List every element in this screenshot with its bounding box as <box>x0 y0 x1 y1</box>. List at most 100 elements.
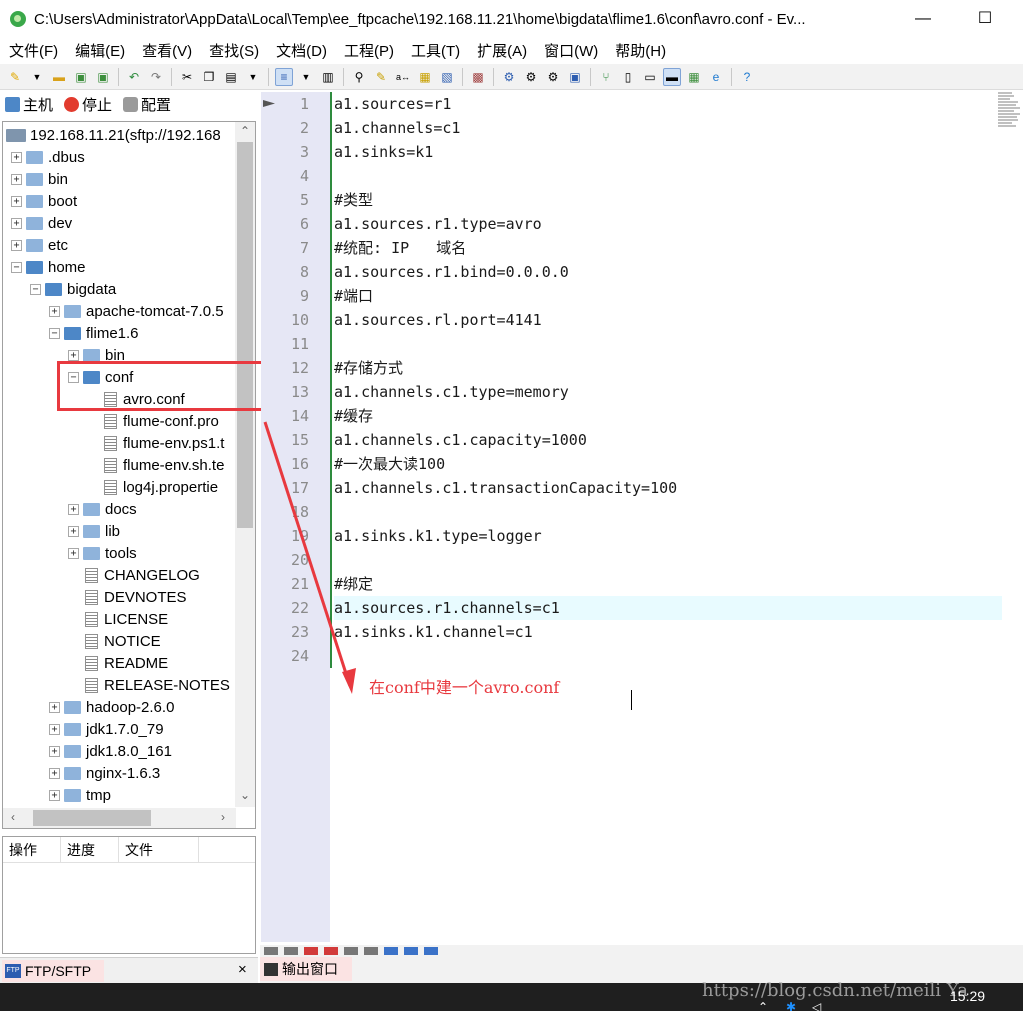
expand-icon[interactable]: + <box>11 195 22 207</box>
code-line[interactable]: a1.sources.rl.port=4141 <box>334 308 1002 332</box>
tray-chevron-icon[interactable]: ⌃ <box>758 1000 768 1011</box>
code-line[interactable]: #统配: IP 域名 <box>334 236 1002 260</box>
output-window-icon[interactable]: ▬ <box>663 67 681 86</box>
expand-icon[interactable]: + <box>49 305 60 317</box>
taskbar-clock[interactable]: 15:29 <box>950 988 985 1004</box>
tree-item-flume-env-ps1[interactable]: flume-env.ps1.t <box>104 432 224 454</box>
menu-search[interactable]: 查找(S) <box>200 40 267 64</box>
collapse-icon[interactable]: − <box>11 261 22 273</box>
column-mode-icon[interactable]: ▩ <box>469 68 487 86</box>
cut-icon[interactable]: ✂ <box>178 68 196 86</box>
host-button[interactable]: 主机 <box>5 94 53 115</box>
maximize-button[interactable]: ☐ <box>974 8 996 30</box>
config-button[interactable]: 配置 <box>123 94 171 115</box>
code-line[interactable]: a1.sinks.k1.channel=c1 <box>334 620 1002 644</box>
tree-item-nginx[interactable]: + nginx-1.6.3 <box>49 762 160 784</box>
code-line[interactable]: #缓存 <box>334 404 1002 428</box>
tree-item-bin[interactable]: + bin <box>11 168 68 190</box>
undo-icon[interactable]: ↶ <box>125 68 143 86</box>
expand-icon[interactable]: + <box>68 503 79 515</box>
expand-icon[interactable]: + <box>49 723 60 735</box>
find-icon[interactable]: ⚲ <box>350 68 368 86</box>
minimap[interactable] <box>998 92 1022 140</box>
tray-bluetooth-icon[interactable]: ✱ <box>786 1000 796 1011</box>
scroll-up-icon[interactable]: ⌃ <box>235 124 255 138</box>
close-panel-icon[interactable]: × <box>238 961 247 978</box>
new-dropdown-icon[interactable]: ▼ <box>28 68 46 86</box>
tree-item-log4j[interactable]: log4j.propertie <box>104 476 218 498</box>
compile-icon[interactable]: ⚙ <box>500 68 518 86</box>
column-operation[interactable]: 操作 <box>3 837 61 862</box>
code-line[interactable]: #一次最大读100 <box>334 452 1002 476</box>
tree-item-jdk17[interactable]: + jdk1.7.0_79 <box>49 718 164 740</box>
debug-icon[interactable]: ⚙ <box>544 68 562 86</box>
expand-icon[interactable]: + <box>49 745 60 757</box>
find-edit-icon[interactable]: ✎ <box>372 68 390 86</box>
wrap-dropdown-icon[interactable]: ▼ <box>297 68 315 86</box>
tree-item-flume-env-sh[interactable]: flume-env.sh.te <box>104 454 224 476</box>
tree-item-devnotes[interactable]: DEVNOTES <box>85 586 187 608</box>
browser-icon[interactable]: e <box>707 68 725 86</box>
code-line[interactable]: a1.channels.c1.transactionCapacity=100 <box>334 476 1002 500</box>
tree-item-dbus[interactable]: + .dbus <box>11 146 85 168</box>
tree-scroll-thumb[interactable] <box>237 142 253 528</box>
tab-ftp-sftp[interactable]: FTP FTP/SFTP <box>2 960 104 982</box>
expand-icon[interactable]: + <box>49 767 60 779</box>
expand-icon[interactable]: + <box>49 789 60 801</box>
output-pin-icon[interactable] <box>424 947 438 955</box>
expand-icon[interactable]: + <box>68 547 79 559</box>
menu-file[interactable]: 文件(F) <box>0 40 66 64</box>
stop-button[interactable]: 停止 <box>64 94 112 115</box>
column-progress[interactable]: 进度 <box>61 837 119 862</box>
tree-item-bigdata[interactable]: − bigdata <box>30 278 116 300</box>
output-panel-icon[interactable] <box>404 947 418 955</box>
code-line[interactable]: #绑定 <box>334 572 1002 596</box>
expand-icon[interactable]: + <box>68 525 79 537</box>
expand-icon[interactable]: + <box>11 239 22 251</box>
tree-item-lib[interactable]: + lib <box>68 520 120 542</box>
paste-dropdown-icon[interactable]: ▼ <box>244 68 262 86</box>
menu-help[interactable]: 帮助(H) <box>606 40 674 64</box>
copy-icon[interactable]: ❐ <box>200 68 218 86</box>
column-file[interactable]: 文件 <box>119 837 199 862</box>
code-line[interactable] <box>334 164 1002 188</box>
menu-edit[interactable]: 编辑(E) <box>66 40 133 64</box>
output-tool-icon[interactable] <box>364 947 378 955</box>
tray-volume-icon[interactable]: ◁ <box>812 1000 821 1011</box>
tree-item-docs[interactable]: + docs <box>68 498 137 520</box>
code-editor[interactable]: 1 2 3 4 5 6 7 8 9 10 11 12 13 14 15 16 17 18 19 20 21 22 23 24 a… <box>261 92 1023 942</box>
menu-project[interactable]: 工程(P) <box>335 40 402 64</box>
tree-horizontal-scrollbar[interactable]: ‹ › <box>3 808 236 828</box>
minimize-button[interactable]: — <box>912 8 934 30</box>
tree-item-changelog[interactable]: CHANGELOG <box>85 564 200 586</box>
tree-view-icon[interactable]: ⑂ <box>597 68 615 86</box>
code-line-current[interactable]: a1.sources.r1.channels=c1 <box>334 596 1002 620</box>
code-line[interactable]: a1.sinks=k1 <box>334 140 1002 164</box>
code-line[interactable]: #类型 <box>334 188 1002 212</box>
replace-icon[interactable]: a↔ <box>394 68 412 86</box>
code-line[interactable] <box>334 332 1002 356</box>
menu-extensions[interactable]: 扩展(A) <box>468 40 535 64</box>
menu-view[interactable]: 查看(V) <box>133 40 200 64</box>
output-tool-icon[interactable] <box>284 947 298 955</box>
scroll-down-icon[interactable]: ⌄ <box>235 788 255 802</box>
output-clear-icon[interactable] <box>324 947 338 955</box>
find-in-files-icon[interactable]: ▦ <box>416 68 434 86</box>
help-icon[interactable]: ? <box>738 68 756 86</box>
tree-item-boot[interactable]: + boot <box>11 190 77 212</box>
scroll-left-icon[interactable]: ‹ <box>3 810 23 824</box>
tab-output-window[interactable]: 输出窗口 <box>260 957 352 981</box>
tree-item-etc[interactable]: + etc <box>11 234 68 256</box>
tree-item-license[interactable]: LICENSE <box>85 608 168 630</box>
code-line[interactable]: a1.channels=c1 <box>334 116 1002 140</box>
run-icon[interactable]: ⚙ <box>522 68 540 86</box>
expand-icon[interactable]: + <box>11 151 22 163</box>
collapse-icon[interactable]: − <box>49 327 60 339</box>
expand-icon[interactable]: + <box>11 217 22 229</box>
redo-icon[interactable]: ↷ <box>147 68 165 86</box>
save-all-icon[interactable]: ▣ <box>94 68 112 86</box>
menu-tools[interactable]: 工具(T) <box>402 40 468 64</box>
grid-icon[interactable]: ▦ <box>685 68 703 86</box>
tree-item-dev[interactable]: + dev <box>11 212 72 234</box>
code-line[interactable]: a1.sinks.k1.type=logger <box>334 524 1002 548</box>
